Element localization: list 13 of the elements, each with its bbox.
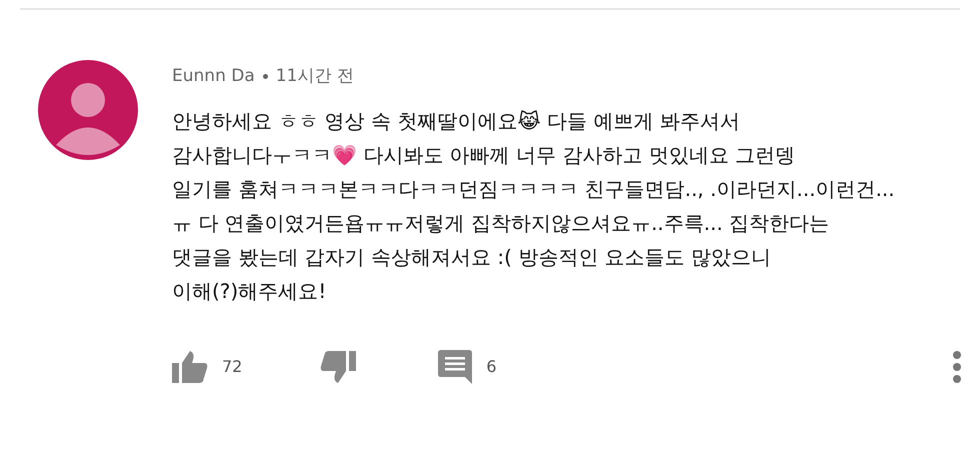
- comment-time: 11시간 전: [276, 65, 354, 88]
- like-button[interactable]: 72: [172, 350, 242, 382]
- avatar-icon: [38, 60, 138, 160]
- thumbs-down-icon: [320, 350, 356, 382]
- dislike-button[interactable]: [320, 350, 356, 382]
- thumbs-up-icon: [172, 350, 208, 382]
- comment-icon: [438, 350, 472, 384]
- author-name[interactable]: Eunnn Da: [172, 64, 255, 90]
- reply-button[interactable]: 6: [438, 350, 497, 384]
- separator-dot-icon: [262, 74, 268, 80]
- more-icon: [952, 350, 962, 382]
- comment-text: 안녕하세요 ㅎㅎ 영상 속 첫째딸이에요😹 다들 예쁘게 봐주셔서 감사합니다ㅜㅋㅋ💗 다시봐도 아빠께 너무 감사하고 멋있네요 그런뎅 일기를 훔쳐ㅋㅋㅋ본ㅋㅋ다ㅋㅋ던짐ㅋㅋㅋㅋ 친구들면담.., .이라던지...이런건... ㅠ 다 연출이였거든욥ㅠㅠ저렇게 집착하지않으셔요ㅠ..주륵... 집착한다는 댓글을 봤는데 갑자기 속상해져서요 :( 방송적인 요소들도 많았으니 이해(?)해주세요!: [172, 108, 896, 304]
- more-options-button[interactable]: [952, 350, 962, 382]
